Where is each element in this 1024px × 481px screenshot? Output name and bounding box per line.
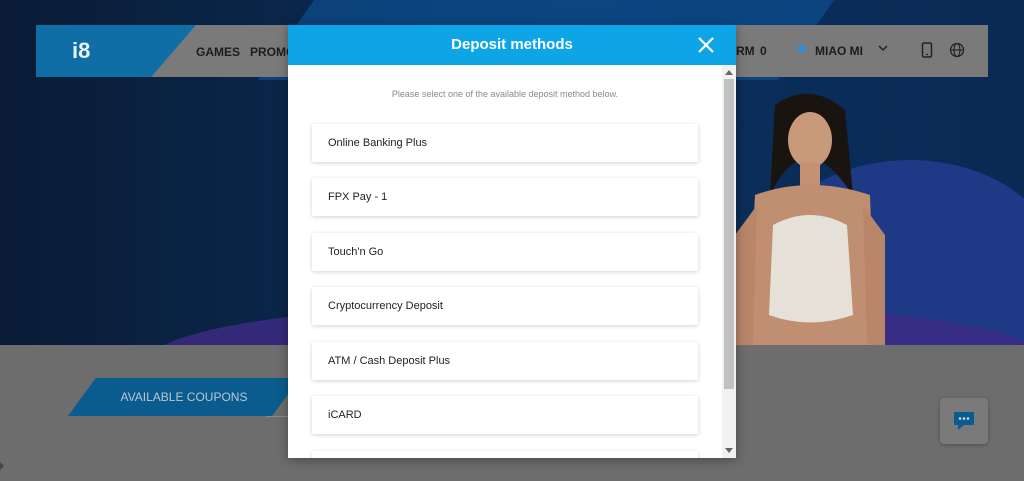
- deposit-method-partial[interactable]: [312, 451, 698, 458]
- modal-subtitle: Please select one of the available depos…: [391, 89, 619, 99]
- balance-value: 0: [760, 44, 767, 58]
- deposit-methods-modal: Deposit methods Please select one of the…: [288, 25, 736, 458]
- site-logo[interactable]: i8: [72, 38, 90, 64]
- phone-icon[interactable]: [921, 42, 933, 58]
- available-coupons-tab[interactable]: AVAILABLE COUPONS: [68, 378, 300, 416]
- deposit-method-cryptocurrency[interactable]: Cryptocurrency Deposit: [312, 287, 698, 325]
- scroll-up-arrow-icon[interactable]: [725, 70, 733, 75]
- diamond-icon: [797, 44, 807, 54]
- chat-button[interactable]: [940, 398, 988, 444]
- username[interactable]: MIAO MI: [815, 44, 863, 58]
- model-image: [735, 93, 885, 345]
- nav-games[interactable]: GAMES: [196, 45, 240, 59]
- deposit-method-atm-cash[interactable]: ATM / Cash Deposit Plus: [312, 342, 698, 380]
- chat-icon: [954, 412, 974, 430]
- chevron-down-icon[interactable]: [878, 44, 888, 52]
- scroll-thumb[interactable]: [724, 79, 734, 389]
- globe-icon[interactable]: [949, 42, 965, 58]
- close-icon[interactable]: [696, 35, 716, 55]
- deposit-method-fpx-pay[interactable]: FPX Pay - 1: [312, 178, 698, 216]
- modal-title: Deposit methods: [451, 36, 573, 53]
- modal-body: Please select one of the available depos…: [288, 65, 722, 458]
- deposit-method-online-banking-plus[interactable]: Online Banking Plus: [312, 124, 698, 162]
- modal-scrollbar[interactable]: [722, 65, 736, 458]
- modal-header: Deposit methods: [288, 25, 736, 65]
- deposit-method-touch-n-go[interactable]: Touch'n Go: [312, 233, 698, 271]
- scroll-down-arrow-icon[interactable]: [725, 448, 733, 453]
- currency-label: RM: [736, 44, 755, 58]
- deposit-method-icard[interactable]: iCARD: [312, 396, 698, 434]
- edge-indicator: [0, 462, 4, 470]
- available-coupons-label: AVAILABLE COUPONS: [120, 390, 248, 404]
